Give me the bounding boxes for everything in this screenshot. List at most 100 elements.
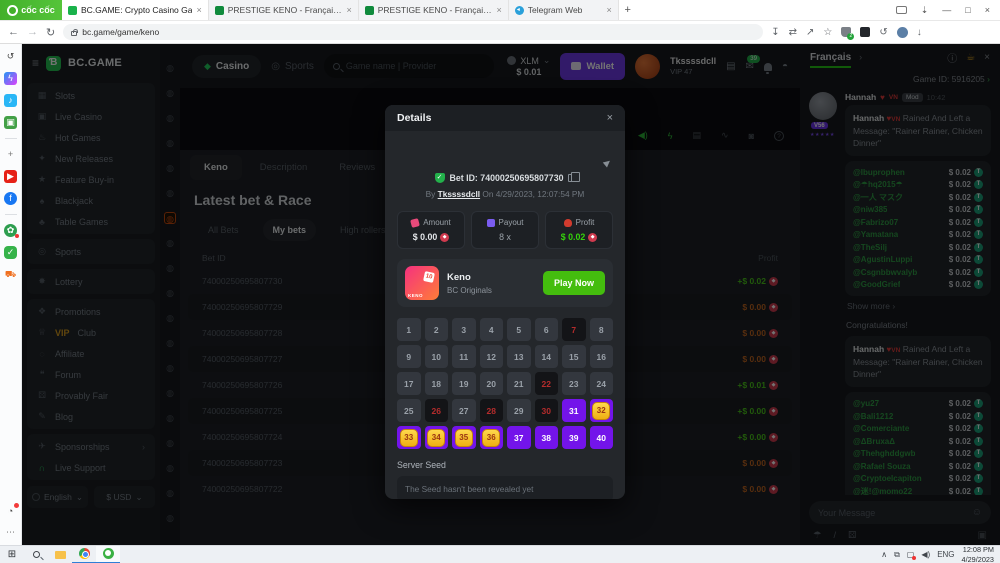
browser-tab-bc-game-crypto-casin[interactable]: BC.GAME: Crypto Casino Ga×: [62, 0, 209, 20]
trx-coin-icon: ◆: [440, 233, 449, 242]
alert-tray-icon[interactable]: ▢: [907, 550, 915, 559]
file-explorer-icon[interactable]: [48, 546, 72, 563]
payout-icon: [487, 219, 495, 227]
browser-sidebar: ↺ ϟ ♪ ▣ + ▶ f ✿ ✓ ⛟ ◔ ⋯: [0, 44, 22, 545]
keyboard-language[interactable]: ENG: [937, 550, 954, 559]
add-shortcut-icon[interactable]: +: [4, 148, 17, 161]
promo-icon[interactable]: ✿: [4, 224, 17, 237]
translate-icon[interactable]: ⇄: [789, 27, 797, 38]
forward-button[interactable]: →: [27, 26, 38, 38]
pip-icon[interactable]: [896, 6, 907, 14]
save-page-icon[interactable]: ↧: [771, 27, 779, 38]
tab-close-icon[interactable]: ×: [196, 5, 201, 15]
volume-icon[interactable]: ◀): [921, 550, 930, 559]
close-button[interactable]: ×: [985, 5, 990, 15]
url-bar[interactable]: bc.game/game/keno: [63, 24, 763, 40]
tray-expand-icon[interactable]: ∧: [881, 550, 887, 559]
sync-icon[interactable]: ↺: [879, 27, 887, 38]
keno-cell: 29: [507, 399, 531, 422]
profile-avatar-icon[interactable]: [897, 27, 908, 38]
game-card: 10 KENO Keno BC Originals Play Now: [397, 259, 613, 307]
bettor-username-link[interactable]: Tkssssdcll: [438, 189, 480, 199]
taskbar-clock[interactable]: 12:08 PM 4/29/2023: [962, 545, 994, 563]
keno-cell: 3: [452, 318, 476, 341]
browser-tab-telegram-web[interactable]: Telegram Web×: [509, 0, 619, 20]
keno-cell-selected: 40: [590, 426, 614, 449]
keno-cell: 21: [507, 372, 531, 395]
keno-cell-selected: 37: [507, 426, 531, 449]
browser-tabbar: cốc cốc BC.GAME: Crypto Casino Ga×PRESTI…: [0, 0, 1000, 21]
keno-cell: 27: [452, 399, 476, 422]
new-tab-button[interactable]: +: [619, 0, 637, 20]
cart-icon[interactable]: ⛟: [4, 268, 17, 281]
minimize-button[interactable]: —: [942, 5, 951, 15]
bet-id-line: ✓ Bet ID: 74000250695807730: [397, 173, 613, 183]
coccoc-taskbar-icon[interactable]: [96, 546, 120, 563]
tab-title: Telegram Web: [528, 5, 603, 15]
keno-thumbnail-icon[interactable]: 10 KENO: [405, 266, 439, 300]
tab-close-icon[interactable]: ×: [346, 5, 351, 15]
divider: [5, 138, 17, 139]
tab-close-icon[interactable]: ×: [606, 5, 611, 15]
reload-button[interactable]: ↻: [46, 26, 55, 39]
taskbar-search-icon[interactable]: [24, 546, 48, 563]
bcgame-favicon-icon: [68, 6, 77, 15]
lock-icon: [71, 31, 77, 36]
browser-tab-prestige-keno-fran-a[interactable]: PRESTIGE KENO - Français -×: [359, 0, 509, 20]
bookmark-star-icon[interactable]: ☆: [823, 27, 832, 38]
music-icon[interactable]: ♪: [4, 94, 17, 107]
tab-close-icon[interactable]: ×: [496, 5, 501, 15]
keno-grid: 1234567891011121314151617181920212223242…: [397, 318, 613, 449]
facebook-icon[interactable]: f: [4, 192, 17, 205]
stat-value: $ 0.02◆: [546, 232, 612, 242]
telegram-favicon-icon: [515, 6, 524, 15]
gem-badge: 34: [427, 429, 445, 447]
youtube-icon[interactable]: ▶: [4, 170, 17, 183]
game-name: Keno: [447, 272, 492, 283]
keno-cell-hit: 35: [452, 426, 476, 449]
start-button[interactable]: ⊞: [0, 546, 24, 563]
keno-cell: 4: [480, 318, 504, 341]
chrome-taskbar-icon[interactable]: [72, 546, 96, 563]
play-now-button[interactable]: Play Now: [543, 271, 605, 295]
tab-title: PRESTIGE KENO - Français -: [378, 5, 493, 15]
url-text: bc.game/game/keno: [82, 27, 159, 37]
bet-details-modal: Details × ► ✓ Bet ID: 74000250695807730 …: [385, 105, 625, 499]
keno-cell: 16: [590, 345, 614, 368]
keno-cell: 11: [452, 345, 476, 368]
share-icon[interactable]: ↗: [806, 27, 814, 38]
history-icon[interactable]: ↺: [4, 50, 17, 63]
notifications-bell-icon[interactable]: ◔: [4, 505, 17, 518]
stat-label: Profit: [546, 218, 612, 227]
adblock-shield-icon[interactable]: 2: [841, 27, 851, 37]
modal-close-icon[interactable]: ×: [607, 112, 613, 124]
maximize-button[interactable]: □: [965, 5, 970, 15]
downloads-icon[interactable]: ↓: [917, 27, 922, 38]
network-icon[interactable]: ⧉: [894, 550, 900, 560]
keno-cell-hit: 33: [397, 426, 421, 449]
copy-icon[interactable]: [568, 174, 575, 182]
quick-download-icon[interactable]: ⇣: [921, 5, 929, 16]
coccoc-logo-icon: [7, 5, 18, 16]
messenger-icon[interactable]: ϟ: [4, 72, 17, 85]
stat-amount: Amount$ 0.00◆: [397, 211, 465, 249]
coccoc-brand[interactable]: cốc cốc: [0, 0, 62, 20]
back-button[interactable]: ←: [8, 26, 19, 38]
tab-title: PRESTIGE KENO - Français -: [228, 5, 343, 15]
extension-icon[interactable]: [860, 27, 870, 37]
bet-by-line: By Tkssssdcll On 4/29/2023, 12:07:54 PM: [397, 189, 613, 199]
bcgame-page: ≡ BC.GAME ▦Slots▣Live Casino♨Hot Games✦N…: [22, 44, 1000, 545]
browser-tab-prestige-keno-fran-a[interactable]: PRESTIGE KENO - Français -×: [209, 0, 359, 20]
more-icon[interactable]: ⋯: [4, 526, 17, 539]
games-icon[interactable]: ▣: [4, 116, 17, 129]
shield-check-icon[interactable]: ✓: [4, 246, 17, 259]
keno-cell: 25: [397, 399, 421, 422]
keno-cell-drawn: 26: [425, 399, 449, 422]
share-bet-icon[interactable]: ►: [600, 155, 616, 171]
browser-toolbar: ← → ↻ bc.game/game/keno ↧ ⇄ ↗ ☆ 2 ↺ ↓: [0, 21, 1000, 44]
gem-badge: 35: [455, 429, 473, 447]
keno-cell: 24: [590, 372, 614, 395]
keno-cell: 2: [425, 318, 449, 341]
stat-label: Payout: [472, 218, 538, 227]
keno-cell: 6: [535, 318, 559, 341]
